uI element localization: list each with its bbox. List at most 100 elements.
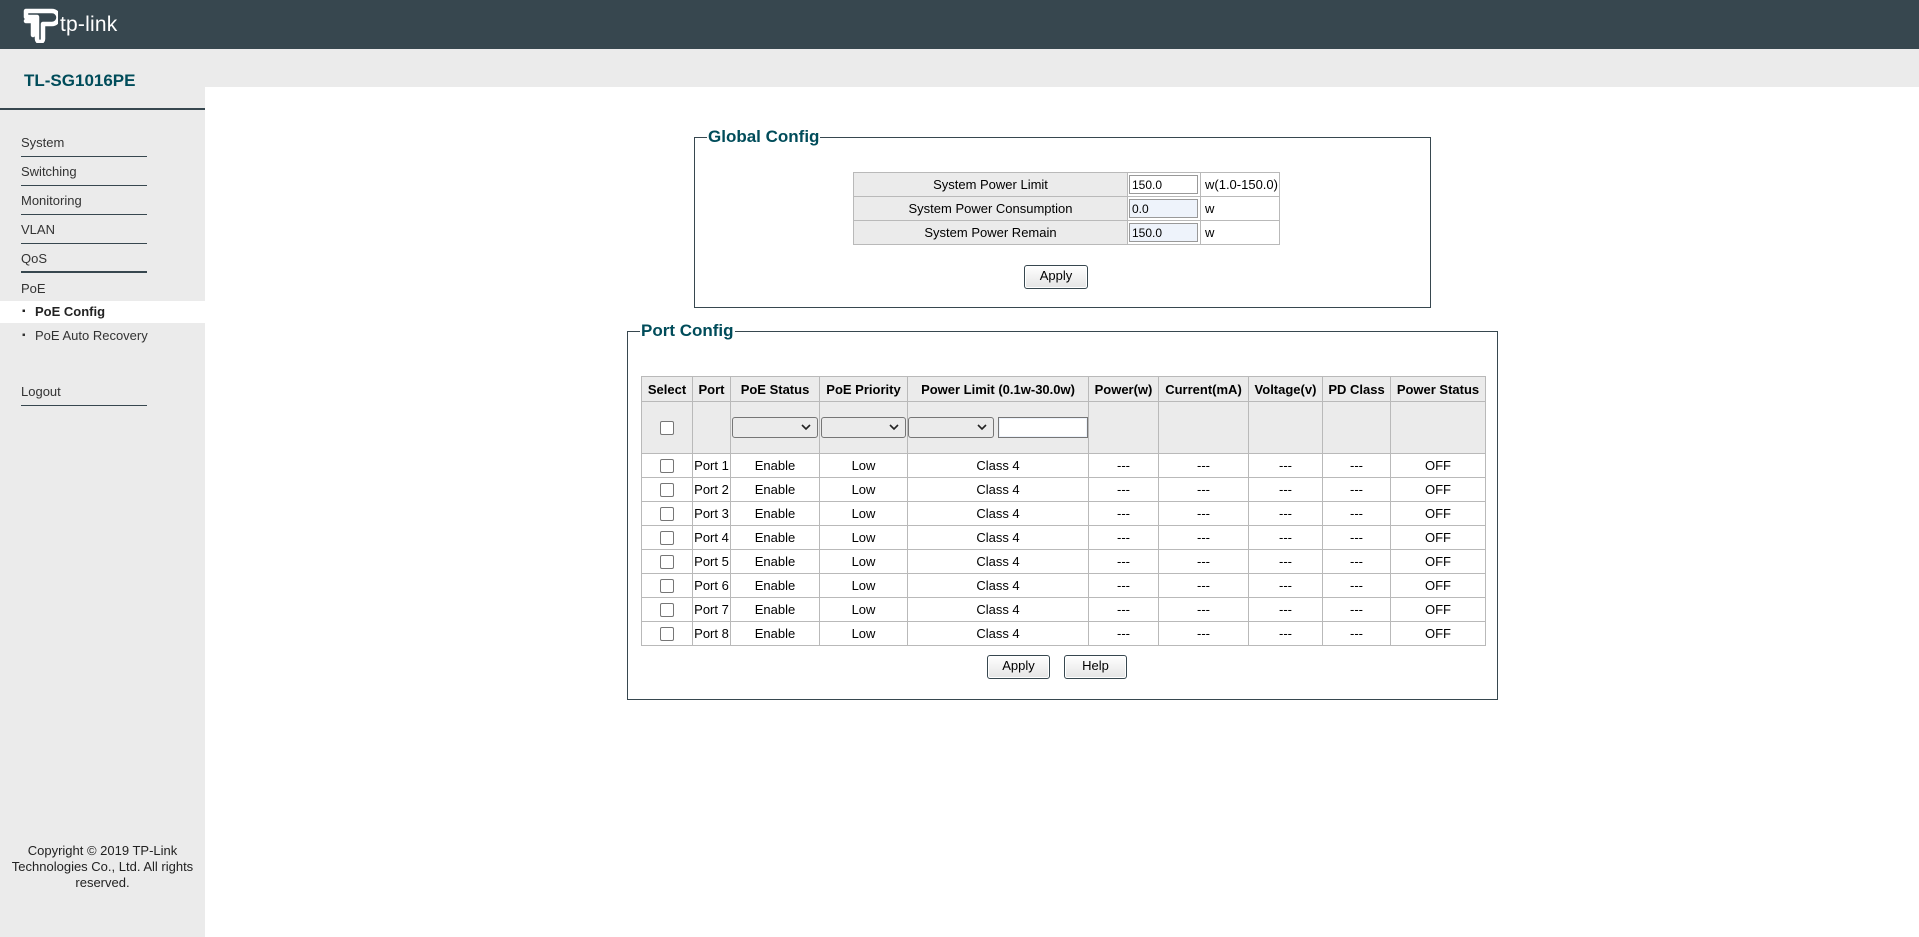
voltage-value-cell: --- — [1248, 477, 1323, 502]
bulk-poe-status-select[interactable] — [732, 417, 818, 438]
voltage-value-cell: --- — [1248, 453, 1323, 478]
port-select-checkbox[interactable] — [660, 459, 674, 474]
current-value-cell: --- — [1158, 549, 1249, 574]
sidebar-item-switching[interactable]: Switching — [21, 158, 147, 186]
poe-priority-cell: Low — [819, 477, 908, 502]
port-select-checkbox[interactable] — [660, 531, 674, 546]
power-consumption-label: System Power Consumption — [853, 196, 1128, 221]
pd-class-cell: --- — [1322, 501, 1391, 526]
voltage-value-cell: --- — [1248, 597, 1323, 622]
select-cell — [641, 453, 693, 478]
power-status-cell: OFF — [1390, 597, 1486, 622]
voltage-value-cell: --- — [1248, 621, 1323, 646]
copyright-text: Copyright © 2019 TP-Link Technologies Co… — [11, 843, 194, 890]
sidebar-item-qos[interactable]: QoS — [21, 245, 147, 273]
sidebar-item-poe[interactable]: PoE — [21, 275, 147, 303]
select-cell — [641, 549, 693, 574]
sidebar-subitem-poe-auto-recovery[interactable]: ▪ PoE Auto Recovery — [0, 325, 205, 347]
port-select-checkbox[interactable] — [660, 603, 674, 618]
poe-status-cell: Enable — [730, 573, 820, 598]
header-power-status: Power Status — [1390, 376, 1486, 402]
sidebar-item-system[interactable]: System — [21, 129, 147, 157]
sidebar-item-logout[interactable]: Logout — [21, 378, 147, 406]
sidebar-item-vlan[interactable]: VLAN — [21, 216, 147, 244]
power-consumption-cell — [1127, 196, 1201, 221]
port-name-cell: Port 1 — [692, 453, 731, 478]
table-row: Port 4 Enable Low Class 4 --- --- --- --- OFF — [641, 525, 1486, 550]
global-apply-button[interactable]: Apply — [1024, 265, 1088, 289]
current-value-cell: --- — [1158, 501, 1249, 526]
port-name-cell: Port 2 — [692, 477, 731, 502]
bulk-port-cell — [692, 401, 731, 454]
power-limit-input[interactable] — [1129, 175, 1198, 194]
voltage-value-cell: --- — [1248, 573, 1323, 598]
current-value-cell: --- — [1158, 453, 1249, 478]
pd-class-cell: --- — [1322, 597, 1391, 622]
poe-status-cell: Enable — [730, 597, 820, 622]
bulk-power-limit-select[interactable] — [908, 417, 995, 438]
bulk-voltage-cell — [1248, 401, 1323, 454]
poe-priority-cell: Low — [819, 597, 908, 622]
content-header-strip — [205, 49, 1919, 87]
power-remain-label: System Power Remain — [853, 220, 1128, 245]
voltage-value-cell: --- — [1248, 549, 1323, 574]
power-status-cell: OFF — [1390, 573, 1486, 598]
port-name-cell: Port 4 — [692, 525, 731, 550]
port-name-cell: Port 3 — [692, 501, 731, 526]
sidebar-subitem-label: PoE Auto Recovery — [35, 328, 148, 343]
bulk-poe-priority-select[interactable] — [821, 417, 906, 438]
power-status-cell: OFF — [1390, 453, 1486, 478]
port-select-checkbox[interactable] — [660, 507, 674, 522]
table-row: Port 7 Enable Low Class 4 --- --- --- --- OFF — [641, 597, 1486, 622]
port-table-header: Select Port PoE Status PoE Priority Powe… — [641, 376, 1486, 402]
power-status-cell: OFF — [1390, 549, 1486, 574]
sidebar-item-monitoring[interactable]: Monitoring — [21, 187, 147, 215]
power-remain-field — [1129, 223, 1198, 242]
port-select-checkbox[interactable] — [660, 555, 674, 570]
power-limit-cell: Class 4 — [907, 501, 1089, 526]
bulk-pd-class-cell — [1322, 401, 1391, 454]
bulk-edit-row — [641, 401, 1486, 454]
header-pd-class: PD Class — [1322, 376, 1391, 402]
port-select-checkbox[interactable] — [660, 579, 674, 594]
power-consumption-field — [1129, 199, 1198, 218]
table-row: Port 8 Enable Low Class 4 --- --- --- --- OFF — [641, 621, 1486, 646]
bulk-power-cell — [1088, 401, 1159, 454]
bulk-priority-cell — [819, 401, 908, 454]
power-limit-cell: Class 4 — [907, 573, 1089, 598]
select-cell — [641, 573, 693, 598]
voltage-value-cell: --- — [1248, 525, 1323, 550]
poe-priority-cell: Low — [819, 573, 908, 598]
top-bar: tp-link — [0, 0, 1919, 49]
header-voltage: Voltage(v) — [1248, 376, 1323, 402]
poe-status-cell: Enable — [730, 525, 820, 550]
chevron-down-icon — [889, 421, 899, 433]
select-cell — [641, 597, 693, 622]
help-button[interactable]: Help — [1064, 655, 1127, 679]
current-value-cell: --- — [1158, 621, 1249, 646]
bulk-status-cell — [730, 401, 820, 454]
global-config-legend: Global Config — [708, 127, 820, 146]
chevron-down-icon — [801, 421, 811, 433]
current-value-cell: --- — [1158, 525, 1249, 550]
port-select-checkbox[interactable] — [660, 627, 674, 642]
power-remain-cell — [1127, 220, 1201, 245]
power-status-cell: OFF — [1390, 621, 1486, 646]
power-limit-label: System Power Limit — [853, 172, 1128, 197]
model-header: TL-SG1016PE — [0, 49, 205, 110]
port-apply-button[interactable]: Apply — [987, 655, 1050, 679]
pd-class-cell: --- — [1322, 453, 1391, 478]
port-name-cell: Port 8 — [692, 621, 731, 646]
table-row: Port 3 Enable Low Class 4 --- --- --- --- OFF — [641, 501, 1486, 526]
tp-link-logo: tp-link — [22, 6, 117, 44]
port-select-checkbox[interactable] — [660, 483, 674, 498]
power-limit-cell: Class 4 — [907, 477, 1089, 502]
tp-link-logo-icon — [23, 8, 58, 43]
power-limit-cell: Class 4 — [907, 525, 1089, 550]
sidebar: TL-SG1016PE System Switching Monitoring … — [0, 49, 205, 937]
bulk-power-limit-input[interactable] — [997, 417, 1088, 438]
select-all-checkbox[interactable] — [660, 421, 674, 436]
sidebar-subitem-poe-config[interactable]: ▪ PoE Config — [0, 301, 205, 323]
header-power-limit: Power Limit (0.1w-30.0w) — [907, 376, 1089, 402]
current-value-cell: --- — [1158, 573, 1249, 598]
